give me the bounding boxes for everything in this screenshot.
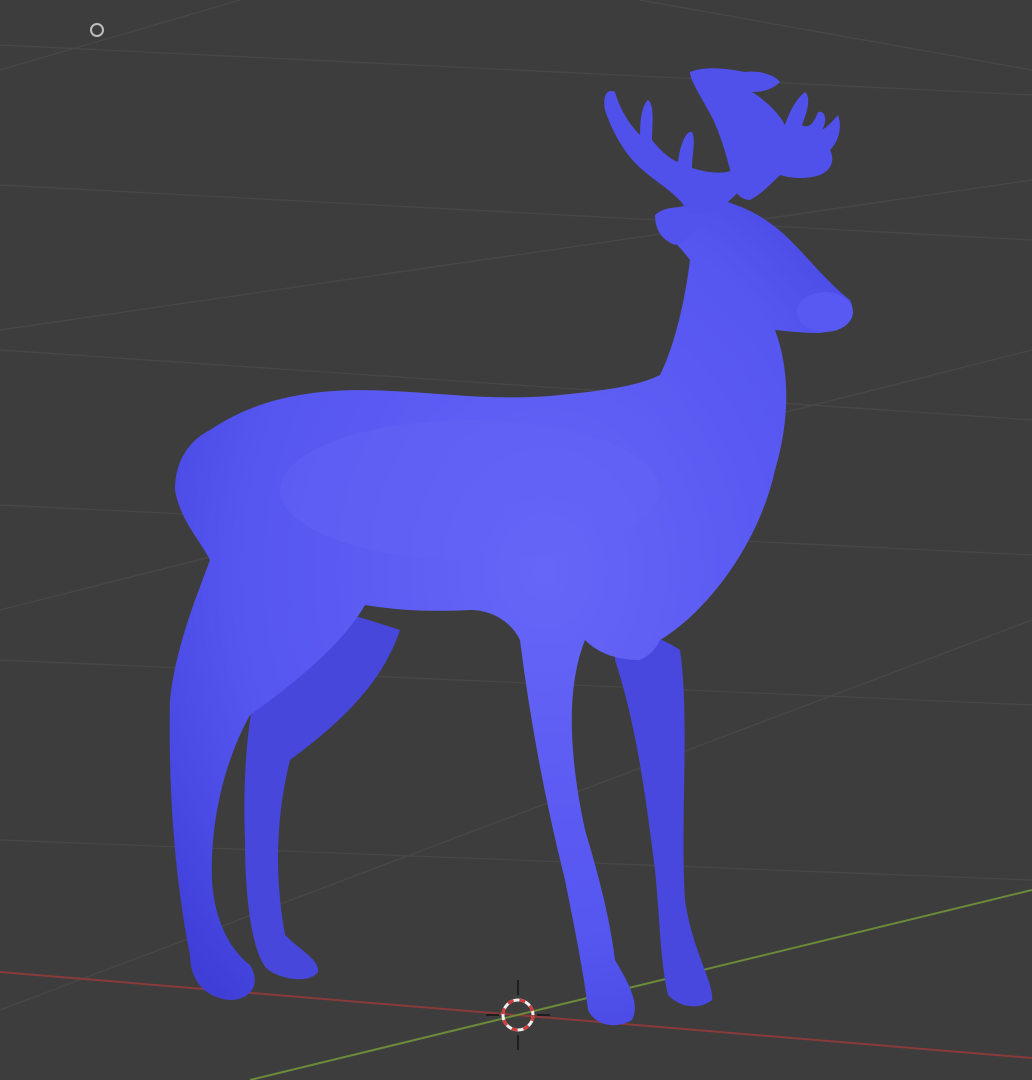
y-axis-line [249, 889, 1032, 1080]
deer-body-highlight [280, 420, 660, 560]
deer-antlers [604, 68, 840, 215]
deer-snout [797, 292, 853, 332]
light-object-icon[interactable] [90, 23, 104, 37]
deer-front-leg-far [615, 620, 713, 1007]
3d-viewport[interactable] [0, 0, 1032, 1080]
viewport-canvas[interactable] [0, 0, 1032, 1080]
